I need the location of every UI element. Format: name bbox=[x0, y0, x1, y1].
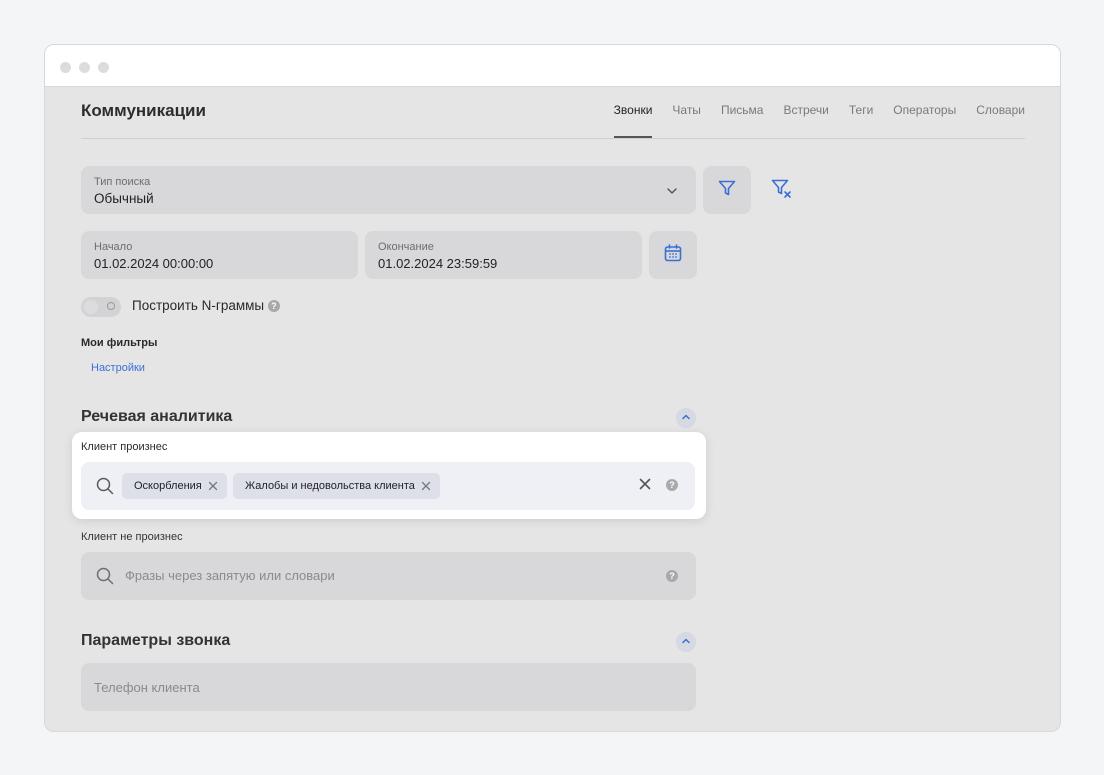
toggle-off-indicator bbox=[107, 302, 115, 310]
tab-meetings[interactable]: Встречи bbox=[783, 103, 828, 117]
search-icon bbox=[95, 476, 115, 501]
tab-operators[interactable]: Операторы bbox=[893, 103, 956, 117]
page-title: Коммуникации bbox=[81, 101, 206, 120]
chip-insults: Оскорбления bbox=[122, 473, 227, 499]
speech-analytics-title: Речевая аналитика bbox=[81, 408, 233, 425]
window-maximize-dot[interactable] bbox=[98, 62, 109, 73]
chip-label: Жалобы и недовольства клиента bbox=[245, 480, 415, 492]
chip-label: Оскорбления bbox=[134, 480, 202, 492]
tab-dictionaries[interactable]: Словари bbox=[976, 103, 1025, 117]
tab-tags[interactable]: Теги bbox=[849, 103, 873, 117]
chip-remove-icon[interactable] bbox=[208, 481, 218, 491]
calendar-button[interactable] bbox=[649, 231, 697, 279]
app-window: Коммуникации Звонки Чаты Письма Встречи … bbox=[44, 44, 1061, 732]
call-params-collapse-button[interactable] bbox=[676, 632, 696, 652]
call-params-title: Параметры звонка bbox=[81, 632, 231, 649]
start-date-value: 01.02.2024 00:00:00 bbox=[94, 256, 214, 271]
search-type-select[interactable]: Тип поиска Обычный bbox=[81, 166, 696, 214]
toggle-knob bbox=[84, 300, 98, 314]
tab-calls[interactable]: Звонки bbox=[613, 103, 652, 138]
my-filters-title: Мои фильтры bbox=[81, 337, 158, 349]
client-said-card: Клиент произнес Оскорбления Жалобы и нед… bbox=[72, 432, 706, 519]
client-phone-input[interactable]: Телефон клиента bbox=[81, 663, 696, 711]
header-divider bbox=[81, 138, 1025, 139]
chip-complaints: Жалобы и недовольства клиента bbox=[233, 473, 440, 499]
tab-bar: Звонки Чаты Письма Встречи Теги Оператор… bbox=[613, 103, 1025, 138]
chevron-up-icon bbox=[681, 633, 691, 651]
chevron-down-icon bbox=[666, 184, 678, 202]
chevron-up-icon bbox=[681, 409, 691, 427]
start-date-field[interactable]: Начало 01.02.2024 00:00:00 bbox=[81, 231, 358, 279]
client-not-said-placeholder: Фразы через запятую или словари bbox=[125, 568, 335, 583]
chip-remove-icon[interactable] bbox=[421, 481, 431, 491]
search-type-value: Обычный bbox=[94, 191, 154, 206]
window-titlebar bbox=[45, 45, 1060, 87]
window-minimize-dot[interactable] bbox=[79, 62, 90, 73]
ngram-toggle-label-row: Построить N-граммы ? bbox=[132, 298, 280, 313]
ngram-label: Построить N-граммы bbox=[132, 298, 265, 313]
search-icon bbox=[95, 566, 115, 591]
clear-all-icon[interactable] bbox=[638, 477, 652, 496]
client-said-input[interactable]: Оскорбления Жалобы и недовольства клиент… bbox=[81, 462, 695, 510]
help-icon[interactable]: ? bbox=[666, 479, 678, 491]
client-not-said-label: Клиент не произнес bbox=[81, 531, 183, 543]
filter-icon bbox=[717, 178, 737, 203]
filter-button[interactable] bbox=[703, 166, 751, 214]
calendar-icon bbox=[663, 243, 683, 268]
search-type-label: Тип поиска bbox=[94, 176, 151, 188]
end-date-value: 01.02.2024 23:59:59 bbox=[378, 256, 498, 271]
client-phone-placeholder: Телефон клиента bbox=[94, 680, 200, 695]
main-content: Коммуникации Звонки Чаты Письма Встречи … bbox=[45, 87, 1060, 731]
filters-settings-link[interactable]: Настройки bbox=[91, 362, 145, 374]
filter-clear-icon bbox=[770, 177, 792, 204]
speech-analytics-collapse-button[interactable] bbox=[676, 408, 696, 428]
end-date-label: Окончание bbox=[378, 241, 434, 253]
clear-filter-button[interactable] bbox=[769, 178, 793, 202]
help-icon[interactable]: ? bbox=[267, 300, 280, 313]
ngram-toggle[interactable] bbox=[81, 297, 121, 317]
tab-chats[interactable]: Чаты bbox=[672, 103, 701, 117]
start-date-label: Начало bbox=[94, 241, 133, 253]
client-not-said-input[interactable]: Фразы через запятую или словари ? bbox=[81, 552, 696, 600]
help-icon[interactable]: ? bbox=[666, 570, 678, 582]
client-said-label: Клиент произнес bbox=[81, 441, 168, 453]
tab-letters[interactable]: Письма bbox=[721, 103, 764, 117]
window-close-dot[interactable] bbox=[60, 62, 71, 73]
end-date-field[interactable]: Окончание 01.02.2024 23:59:59 bbox=[365, 231, 642, 279]
